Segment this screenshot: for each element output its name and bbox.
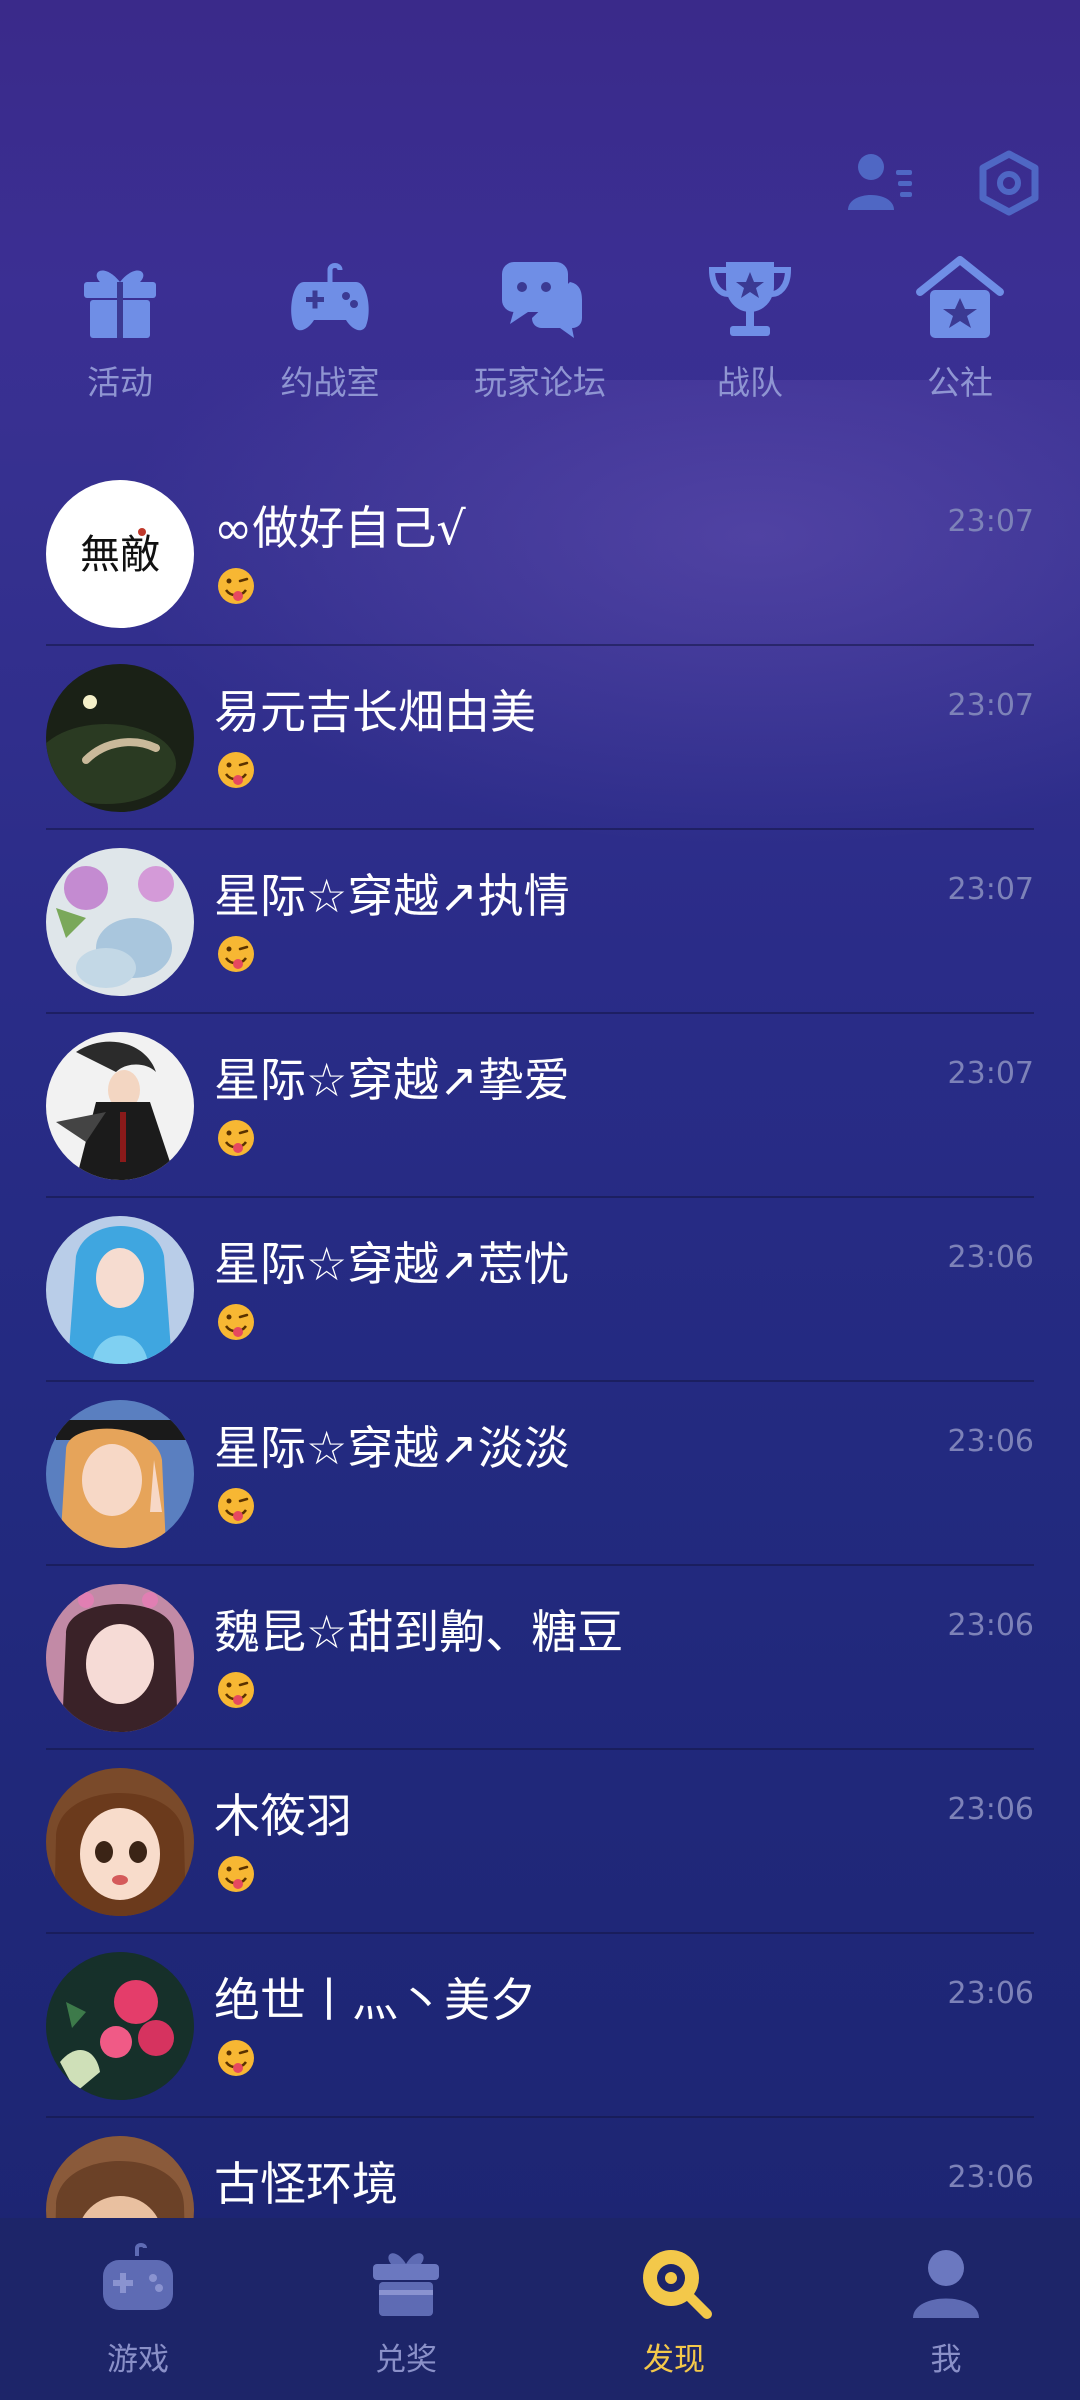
gamepad-icon [103,2243,173,2310]
chat-time: 23:07 [947,504,1034,539]
avatar[interactable] [46,1584,194,1732]
quick-nav-team[interactable]: 战队 [650,252,850,404]
quick-nav-battle-room[interactable]: 约战室 [230,252,430,404]
winking-tongue-emoji [216,750,256,790]
quick-nav-label: 玩家论坛 [474,363,606,402]
tab-label: 兑奖 [375,2342,437,2378]
chat-time: 23:06 [947,1976,1034,2011]
tab-label: 发现 [643,2342,705,2378]
discover-magnifier-icon [643,2250,712,2319]
chat-bubbles-icon [502,262,582,338]
chat-item[interactable]: 星际☆穿越↗莣忧 23:06 [0,1198,1080,1382]
quick-nav-label: 约战室 [280,363,380,402]
winking-tongue-emoji [216,1670,256,1710]
chat-item[interactable]: 星际☆穿越↗挚爱 23:07 [0,1014,1080,1198]
avatar[interactable] [46,1952,194,2100]
winking-tongue-emoji [216,934,256,974]
tab-me[interactable]: 我 [846,2242,1046,2379]
avatar[interactable] [46,1032,194,1180]
winking-tongue-emoji [216,566,256,606]
chat-list: 無敵 ∞做好自己√ 23:07 易元吉长畑由美 23:07 星际☆穿越↗执情 2… [0,462,1080,2302]
chat-name: 星际☆穿越↗莣忧 [214,1237,570,1291]
chat-time: 23:06 [947,1240,1034,1275]
chat-item[interactable]: 木筱羽 23:06 [0,1750,1080,1934]
gamepad-icon [291,263,369,331]
chat-item[interactable]: 無敵 ∞做好自己√ 23:07 [0,462,1080,646]
avatar[interactable] [46,1400,194,1548]
quick-nav-label: 活动 [87,363,153,402]
quick-nav-commune[interactable]: 公社 [860,252,1060,404]
chat-name: 木筱羽 [214,1789,352,1843]
chat-name: 古怪环境 [214,2157,398,2211]
settings-hexagon-icon[interactable] [974,148,1044,218]
avatar[interactable]: 無敵 [46,480,194,628]
chat-time: 23:07 [947,872,1034,907]
chat-item[interactable]: 星际☆穿越↗淡淡 23:06 [0,1382,1080,1566]
trophy-icon [708,262,792,336]
chat-item[interactable]: 绝世丨灬丶美夕 23:06 [0,1934,1080,2118]
avatar[interactable] [46,664,194,812]
chat-name: 星际☆穿越↗挚爱 [214,1053,570,1107]
chat-item[interactable]: 易元吉长畑由美 23:07 [0,646,1080,830]
winking-tongue-emoji [216,1486,256,1526]
tab-games[interactable]: 游戏 [38,2242,238,2379]
profile-icon [913,2250,979,2318]
chat-time: 23:06 [947,1792,1034,1827]
quick-nav: 活动 约战室 玩家论坛 战队 公社 [0,252,1080,402]
chat-name: 魏昆☆甜到齁、糖豆 [214,1605,624,1659]
chat-time: 23:07 [947,1056,1034,1091]
winking-tongue-emoji [216,1302,256,1342]
chat-item[interactable]: 星际☆穿越↗执情 23:07 [0,830,1080,1014]
chat-name: 绝世丨灬丶美夕 [214,1973,536,2027]
house-star-icon [916,256,1004,338]
tab-rewards[interactable]: 兑奖 [306,2242,506,2379]
quick-nav-label: 战队 [717,363,783,402]
avatar[interactable] [46,1216,194,1364]
tab-label: 游戏 [107,2342,169,2378]
gift-box-icon [373,2253,439,2316]
contacts-list-icon[interactable] [846,148,916,218]
winking-tongue-emoji [216,1854,256,1894]
avatar[interactable] [46,848,194,996]
quick-nav-forum[interactable]: 玩家论坛 [440,252,640,404]
tab-label: 我 [930,2342,962,2378]
chat-name: 易元吉长畑由美 [214,685,536,739]
winking-tongue-emoji [216,1118,256,1158]
quick-nav-activity[interactable]: 活动 [20,252,220,404]
tab-discover[interactable]: 发现 [574,2242,774,2379]
chat-time: 23:06 [947,1424,1034,1459]
chat-time: 23:06 [947,1608,1034,1643]
avatar[interactable] [46,1768,194,1916]
winking-tongue-emoji [216,2038,256,2078]
chat-name: 星际☆穿越↗淡淡 [214,1421,570,1475]
quick-nav-label: 公社 [927,363,993,402]
bottom-nav: 游戏 兑奖 发现 我 [0,2218,1080,2400]
gift-icon [84,270,156,338]
chat-name: ∞做好自己√ [214,501,466,555]
avatar-calligraphy: 無敵 [80,532,160,578]
chat-name: 星际☆穿越↗执情 [214,869,570,923]
chat-time: 23:06 [947,2160,1034,2195]
chat-time: 23:07 [947,688,1034,723]
chat-item[interactable]: 魏昆☆甜到齁、糖豆 23:06 [0,1566,1080,1750]
